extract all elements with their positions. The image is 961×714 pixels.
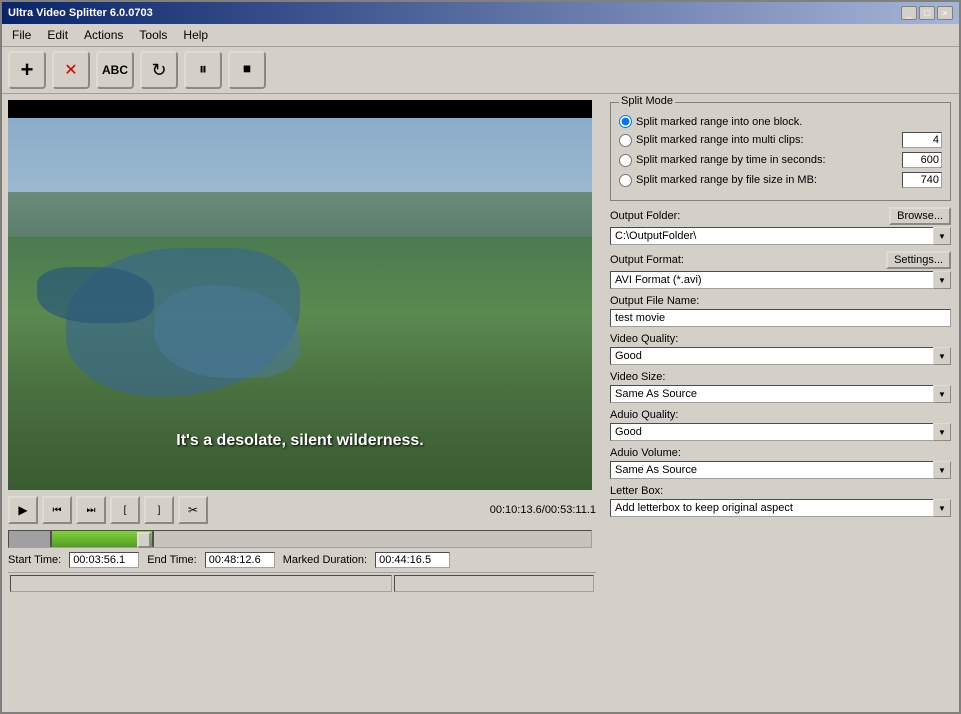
frame-forward-button[interactable]: ⏭	[76, 496, 106, 524]
end-time-input[interactable]	[205, 552, 275, 568]
letter-box-dropdown-wrapper: Add letterbox to keep original aspect No…	[610, 499, 951, 517]
minimize-button[interactable]: _	[901, 6, 917, 20]
cancel-button[interactable]: ✕	[52, 51, 90, 89]
split-label-0: Split marked range into one block.	[636, 116, 942, 128]
add-button[interactable]: +	[8, 51, 46, 89]
folder-dropdown-wrapper: C:\OutputFolder\ D:\Videos\ ▼	[610, 227, 951, 245]
output-folder-section: Output Folder: Browse... C:\OutputFolder…	[610, 207, 951, 245]
play-button[interactable]: ▶	[8, 496, 38, 524]
title-bar: Ultra Video Splitter 6.0.0703 _ □ ×	[2, 2, 959, 24]
audio-quality-dropdown-wrapper: Good Better Best ▼	[610, 423, 951, 441]
audio-quality-dropdown[interactable]: Good Better Best	[610, 423, 951, 441]
audio-volume-label: Aduio Volume:	[610, 447, 951, 459]
marked-duration-input[interactable]	[375, 552, 450, 568]
video-size-dropdown-wrapper: Same As Source 640x480 1280x720 1920x108…	[610, 385, 951, 403]
video-subtitle: It's a desolate, silent wilderness.	[176, 432, 423, 450]
split-option-3: Split marked range by file size in MB:	[619, 172, 942, 188]
split-option-0: Split marked range into one block.	[619, 115, 942, 128]
split-input-2[interactable]	[902, 152, 942, 168]
mark-out-button[interactable]: ]	[144, 496, 174, 524]
letter-box-section: Letter Box: Add letterbox to keep origin…	[610, 485, 951, 517]
menu-actions[interactable]: Actions	[78, 26, 129, 44]
audio-volume-section: Aduio Volume: Same As Source 50% 100% 15…	[610, 447, 951, 479]
audio-quality-section: Aduio Quality: Good Better Best ▼	[610, 409, 951, 441]
output-format-header: Output Format: Settings...	[610, 251, 951, 269]
pause-button[interactable]: ⏸	[184, 51, 222, 89]
menu-edit[interactable]: Edit	[41, 26, 74, 44]
maximize-button[interactable]: □	[919, 6, 935, 20]
menu-tools[interactable]: Tools	[133, 26, 173, 44]
split-label-2: Split marked range by time in seconds:	[636, 154, 898, 166]
video-quality-dropdown[interactable]: Good Better Best Normal	[610, 347, 951, 365]
start-time-label: Start Time:	[8, 554, 61, 566]
format-dropdown-wrapper: AVI Format (*.avi) MP4 Format (*.mp4) MK…	[610, 271, 951, 289]
abc-button[interactable]: ABC	[96, 51, 134, 89]
status-bar	[8, 572, 596, 594]
output-filename-input[interactable]	[610, 309, 951, 327]
menu-bar: File Edit Actions Tools Help	[2, 24, 959, 47]
audio-volume-dropdown-wrapper: Same As Source 50% 100% 150% ▼	[610, 461, 951, 479]
split-mode-group: Split Mode Split marked range into one b…	[610, 102, 951, 201]
format-dropdown[interactable]: AVI Format (*.avi) MP4 Format (*.mp4) MK…	[610, 271, 951, 289]
video-size-label: Video Size:	[610, 371, 951, 383]
video-size-section: Video Size: Same As Source 640x480 1280x…	[610, 371, 951, 403]
settings-button[interactable]: Settings...	[886, 251, 951, 269]
end-time-label: End Time:	[147, 554, 197, 566]
split-radio-0[interactable]	[619, 115, 632, 128]
time-row: Start Time: End Time: Marked Duration:	[8, 552, 596, 568]
main-content: It's a desolate, silent wilderness. ▶ ⏮ …	[2, 94, 959, 712]
video-size-dropdown[interactable]: Same As Source 640x480 1280x720 1920x108…	[610, 385, 951, 403]
video-area: It's a desolate, silent wilderness.	[8, 100, 592, 490]
progress-bar[interactable]	[8, 530, 592, 548]
split-input-1[interactable]	[902, 132, 942, 148]
split-input-3[interactable]	[902, 172, 942, 188]
audio-quality-label: Aduio Quality:	[610, 409, 951, 421]
scissors-button[interactable]: ✂	[178, 496, 208, 524]
video-quality-label: Video Quality:	[610, 333, 951, 345]
stop-button[interactable]: ⏹	[228, 51, 266, 89]
status-right	[394, 575, 594, 592]
close-button[interactable]: ×	[937, 6, 953, 20]
time-display: 00:10:13.6/00:53:11.1	[490, 504, 596, 516]
window-title: Ultra Video Splitter 6.0.0703	[8, 7, 153, 19]
split-mode-title: Split Mode	[619, 95, 675, 107]
output-format-section: Output Format: Settings... AVI Format (*…	[610, 251, 951, 289]
right-panel: Split Mode Split marked range into one b…	[602, 94, 959, 712]
letter-box-dropdown[interactable]: Add letterbox to keep original aspect No…	[610, 499, 951, 517]
refresh-button[interactable]: ↻	[140, 51, 178, 89]
browse-button[interactable]: Browse...	[889, 207, 951, 225]
output-filename-section: Output File Name:	[610, 295, 951, 327]
output-folder-label: Output Folder:	[610, 210, 680, 222]
split-option-1: Split marked range into multi clips:	[619, 132, 942, 148]
menu-help[interactable]: Help	[177, 26, 214, 44]
marked-duration-label: Marked Duration:	[283, 554, 367, 566]
split-label-3: Split marked range by file size in MB:	[636, 174, 898, 186]
video-quality-dropdown-wrapper: Good Better Best Normal ▼	[610, 347, 951, 365]
frame-back-button[interactable]: ⏮	[42, 496, 72, 524]
window-controls: _ □ ×	[901, 6, 953, 20]
folder-dropdown[interactable]: C:\OutputFolder\ D:\Videos\	[610, 227, 951, 245]
left-panel: It's a desolate, silent wilderness. ▶ ⏮ …	[2, 94, 602, 712]
video-quality-section: Video Quality: Good Better Best Normal ▼	[610, 333, 951, 365]
output-format-label: Output Format:	[610, 254, 684, 266]
audio-volume-dropdown[interactable]: Same As Source 50% 100% 150%	[610, 461, 951, 479]
start-time-input[interactable]	[69, 552, 139, 568]
split-label-1: Split marked range into multi clips:	[636, 134, 898, 146]
status-left	[10, 575, 392, 592]
playback-controls: ▶ ⏮ ⏭ [ ] ✂ 00:10:13.6/00:53:11.1	[8, 494, 596, 526]
split-radio-2[interactable]	[619, 154, 632, 167]
output-filename-label: Output File Name:	[610, 295, 951, 307]
output-folder-header: Output Folder: Browse...	[610, 207, 951, 225]
main-window: Ultra Video Splitter 6.0.0703 _ □ × File…	[0, 0, 961, 714]
split-radio-3[interactable]	[619, 174, 632, 187]
letter-box-label: Letter Box:	[610, 485, 951, 497]
mark-in-button[interactable]: [	[110, 496, 140, 524]
split-option-2: Split marked range by time in seconds:	[619, 152, 942, 168]
split-radio-1[interactable]	[619, 134, 632, 147]
toolbar: + ✕ ABC ↻ ⏸ ⏹	[2, 47, 959, 94]
menu-file[interactable]: File	[6, 26, 37, 44]
